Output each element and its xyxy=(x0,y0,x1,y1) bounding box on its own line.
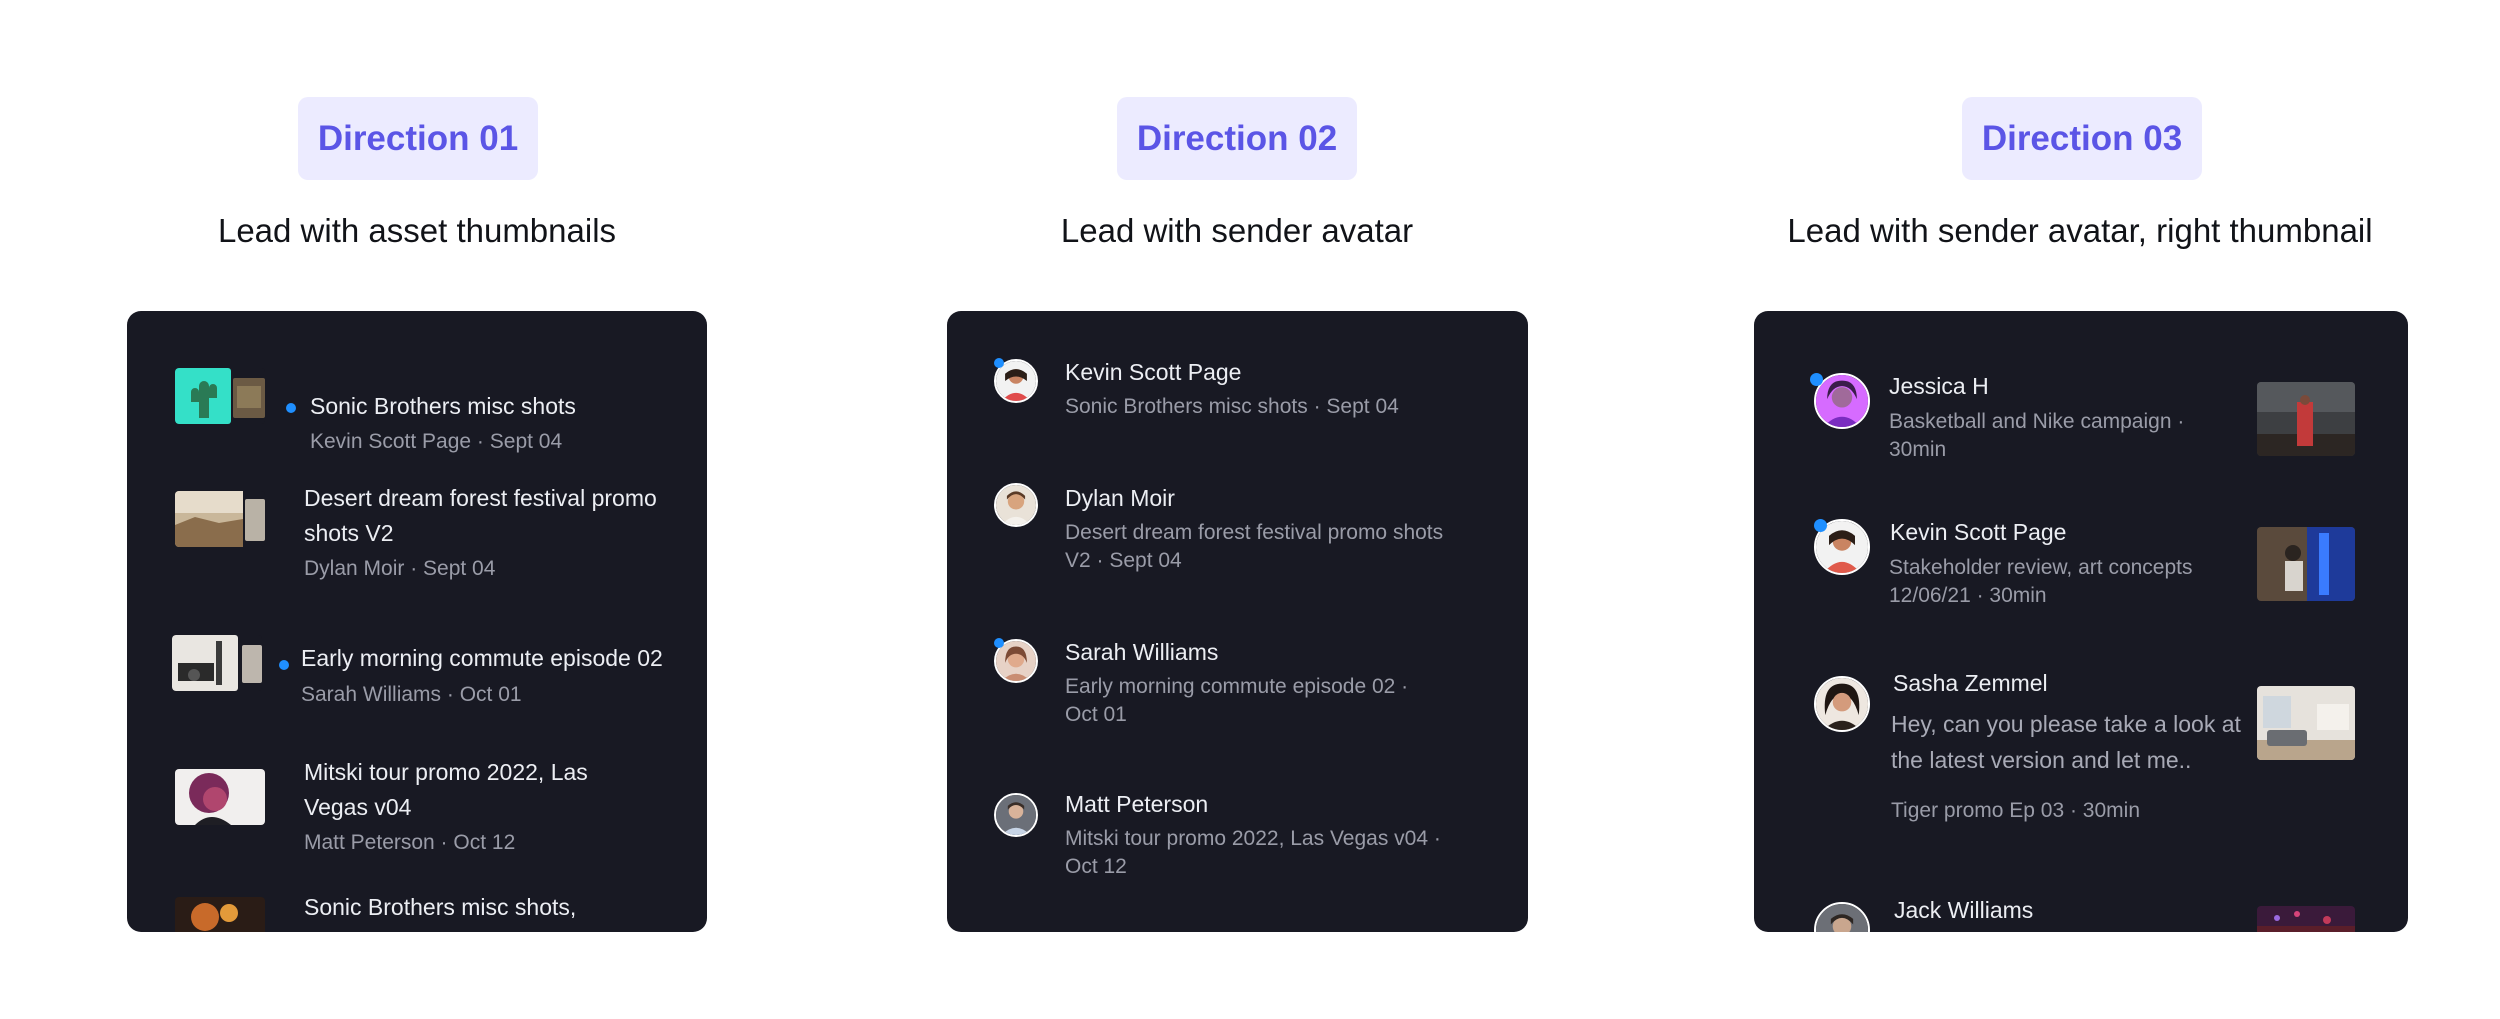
item-detail: Basketball and Nike campaign · 30min xyxy=(1889,410,2185,461)
right-thumbnail xyxy=(2257,906,2355,932)
message-preview: Hey, can you please take a look at the l… xyxy=(1891,711,2241,773)
item-detail: Early morning commute episode 02 · Oct 0… xyxy=(1065,675,1409,726)
unread-dot xyxy=(994,638,1004,648)
direction-02-badge: Direction 02 xyxy=(1117,97,1357,180)
item-meta: Dylan Moir · Sept 04 xyxy=(304,557,496,580)
item-title: Mitski tour promo 2022, Las Vegas v04 xyxy=(304,759,588,820)
asset-thumbnail xyxy=(175,769,265,825)
item-title: Desert dream forest festival promo shots… xyxy=(304,485,657,546)
list-item[interactable]: Kevin Scott Page Sonic Brothers misc sho… xyxy=(947,351,1528,461)
sender-name: Sasha Zemmel xyxy=(1893,670,2048,696)
list-item[interactable]: Kevin Scott Page Stakeholder review, art… xyxy=(1754,515,2408,645)
item-detail: Stakeholder review, art concepts 12/06/2… xyxy=(1889,556,2193,607)
item-meta: Matt Peterson · Oct 12 xyxy=(304,831,516,854)
right-thumbnail xyxy=(2257,686,2355,760)
list-item[interactable]: Sonic Brothers misc shots Kevin Scott Pa… xyxy=(127,351,707,471)
sender-avatar xyxy=(994,483,1038,527)
list-item[interactable]: Dylan Moir Desert dream forest festival … xyxy=(947,477,1528,607)
right-thumbnail xyxy=(2257,382,2355,456)
asset-thumbnail xyxy=(172,635,262,691)
list-item[interactable]: Desert dream forest festival promo shots… xyxy=(127,481,707,611)
unread-dot xyxy=(286,403,296,413)
list-item[interactable]: Jessica H Basketball and Nike campaign ·… xyxy=(1754,369,2408,499)
asset-thumbnail xyxy=(175,491,265,547)
sender-name: Dylan Moir xyxy=(1065,485,1175,511)
asset-thumbnail xyxy=(175,368,265,424)
sender-name: Jessica H xyxy=(1889,373,1989,399)
item-title: Sonic Brothers misc shots, xyxy=(304,894,577,920)
direction-03-subtitle: Lead with sender avatar, right thumbnail xyxy=(1787,212,2373,249)
asset-thumbnail xyxy=(175,897,265,932)
unread-dot xyxy=(994,358,1004,368)
unread-dot xyxy=(1810,373,1823,386)
unread-dot xyxy=(279,660,289,670)
sender-avatar xyxy=(1814,902,1870,932)
sender-avatar xyxy=(994,793,1038,837)
item-meta: Tiger promo Ep 03 · 30min xyxy=(1891,799,2140,822)
list-item[interactable]: Sasha Zemmel Hey, can you please take a … xyxy=(1754,666,2408,822)
item-detail: Sonic Brothers misc shots · Sept 04 xyxy=(1065,395,1399,418)
sender-name: Kevin Scott Page xyxy=(1890,519,2067,545)
list-item[interactable]: Sarah Williams Early morning commute epi… xyxy=(947,629,1528,759)
direction-03-panel: Jessica H Basketball and Nike campaign ·… xyxy=(1754,311,2408,932)
item-title: Early morning commute episode 02 xyxy=(301,645,663,671)
item-title: Sonic Brothers misc shots xyxy=(310,393,576,419)
direction-01-panel: Sonic Brothers misc shots Kevin Scott Pa… xyxy=(127,311,707,932)
sender-name: Kevin Scott Page xyxy=(1065,359,1242,385)
sender-name: Matt Peterson xyxy=(1065,791,1209,817)
item-detail: Desert dream forest festival promo shots… xyxy=(1065,521,1444,572)
sender-name: Sarah Williams xyxy=(1065,639,1219,665)
list-item[interactable]: Early morning commute episode 02 Sarah W… xyxy=(127,629,707,739)
unread-dot xyxy=(1814,519,1827,532)
direction-02-panel: Kevin Scott Page Sonic Brothers misc sho… xyxy=(947,311,1528,932)
sender-name: Jack Williams xyxy=(1894,897,2034,923)
direction-03-badge: Direction 03 xyxy=(1962,97,2202,180)
list-item[interactable]: Mitski tour promo 2022, Las Vegas v04 Ma… xyxy=(127,743,707,873)
list-item[interactable]: Matt Peterson Mitski tour promo 2022, La… xyxy=(947,783,1528,913)
right-thumbnail xyxy=(2257,527,2355,601)
item-meta: Sarah Williams · Oct 01 xyxy=(301,683,522,706)
sender-avatar xyxy=(1814,676,1870,732)
direction-02-subtitle: Lead with sender avatar xyxy=(1060,212,1414,249)
item-detail: Mitski tour promo 2022, Las Vegas v04 · … xyxy=(1065,827,1441,878)
item-meta: Kevin Scott Page · Sept 04 xyxy=(310,430,563,453)
direction-01-subtitle: Lead with asset thumbnails xyxy=(217,212,617,249)
list-item[interactable]: Jack Williams xyxy=(1754,896,2408,932)
direction-01-badge: Direction 01 xyxy=(298,97,538,180)
list-item[interactable]: Sonic Brothers misc shots, xyxy=(127,891,707,932)
